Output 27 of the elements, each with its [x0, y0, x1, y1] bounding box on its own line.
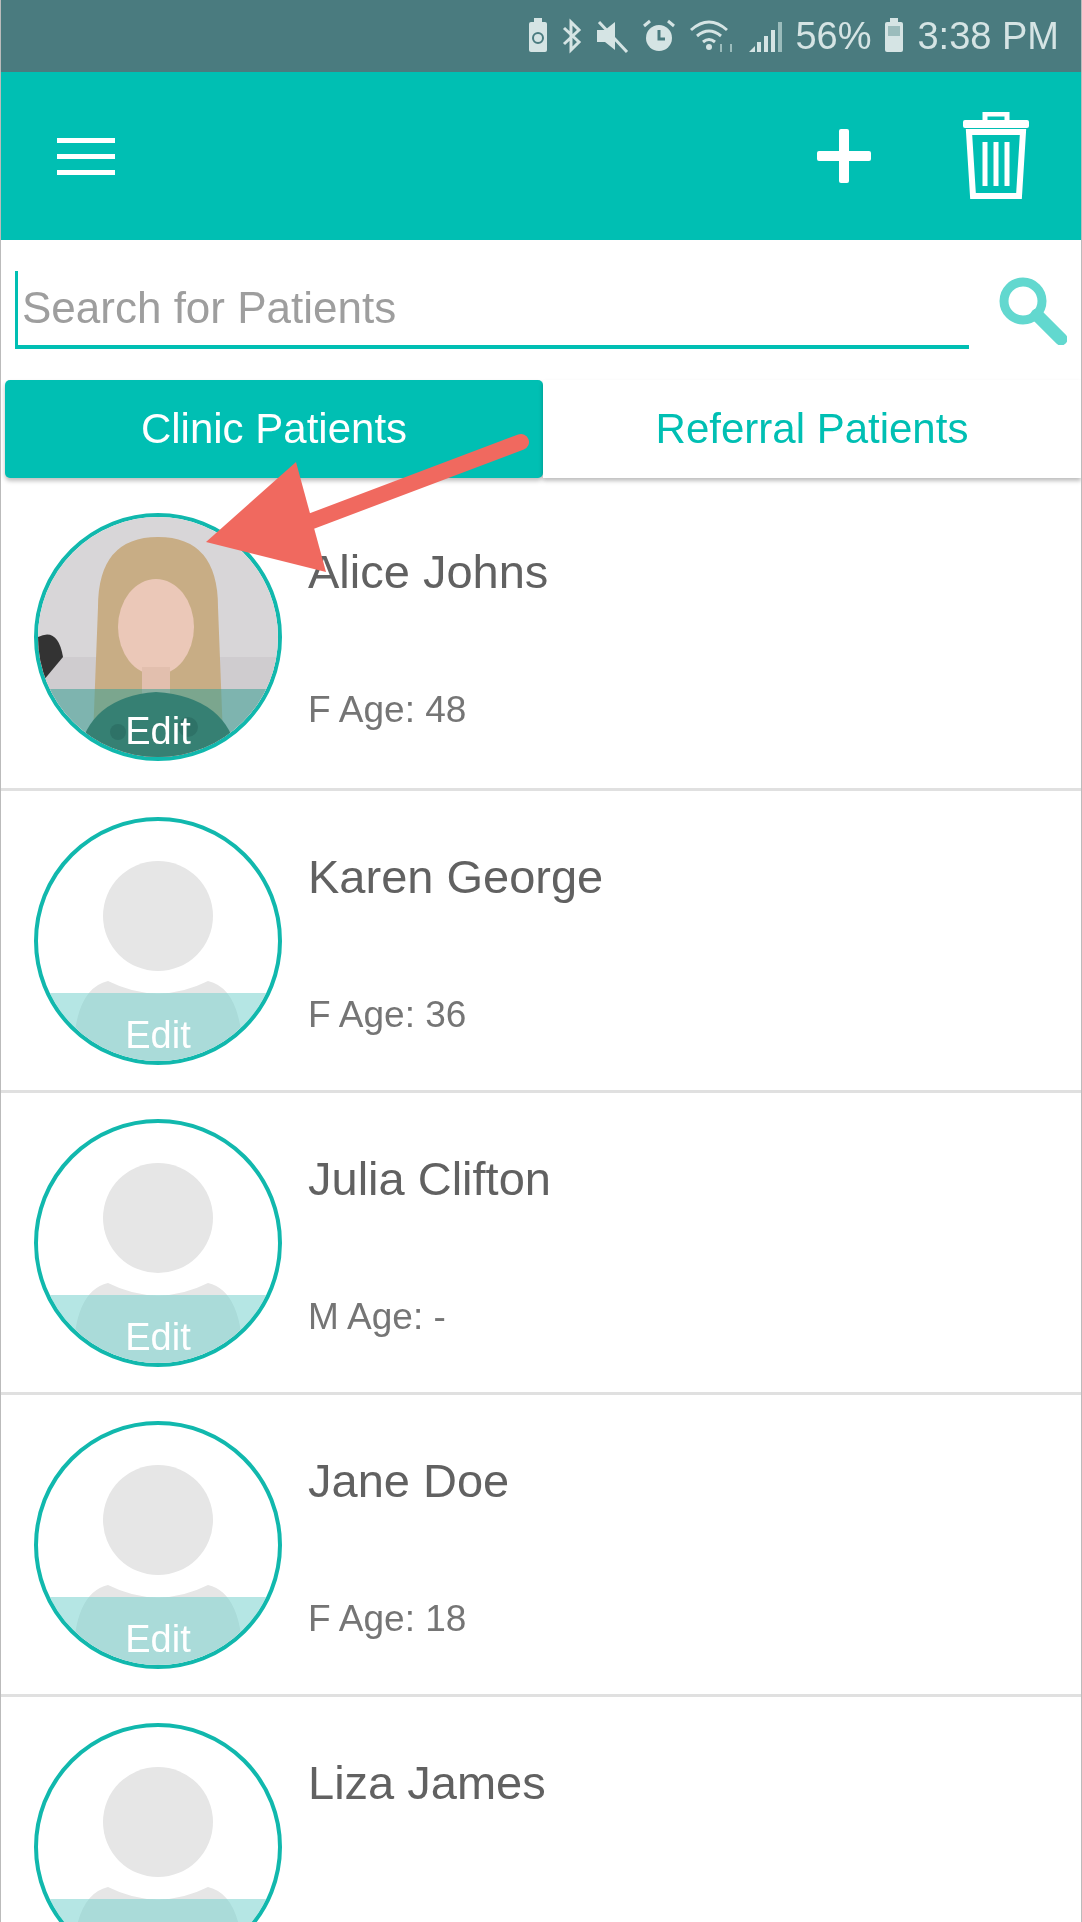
avatar[interactable]: Edit — [34, 816, 282, 1065]
avatar[interactable]: Edit — [34, 513, 282, 761]
patient-name: Karen George — [308, 849, 604, 904]
tab[interactable]: Referral Patients — [543, 380, 1081, 478]
patient-name: Liza James — [308, 1755, 546, 1810]
search-icon[interactable] — [997, 275, 1067, 345]
clock: 3:38 PM — [917, 14, 1059, 58]
mute-icon — [595, 18, 630, 54]
avatar[interactable]: Edit — [34, 1420, 282, 1669]
battery-icon — [883, 18, 906, 54]
add-icon[interactable] — [817, 129, 871, 183]
avatar[interactable]: Edit — [34, 1118, 282, 1367]
patient-details: F Age: 48 — [308, 689, 468, 731]
battery-saver-icon — [527, 18, 550, 54]
battery-percent: 56% — [795, 14, 872, 58]
trash-icon[interactable] — [961, 112, 1031, 200]
patient-details: F Age: 18 — [308, 1598, 468, 1640]
bluetooth-icon — [561, 18, 584, 54]
patient-name: Julia Clifton — [308, 1151, 551, 1206]
tab[interactable]: Clinic Patients — [5, 380, 543, 478]
alarm-icon — [641, 18, 678, 54]
menu-icon[interactable] — [57, 136, 115, 176]
patient-name: Alice Johns — [308, 544, 549, 599]
patient-name: Jane Doe — [308, 1453, 510, 1508]
patient-details: F Age: 36 — [308, 994, 468, 1036]
search-field[interactable]: Search for Patients — [15, 271, 969, 349]
patient-details: M Age: - — [308, 1296, 447, 1338]
